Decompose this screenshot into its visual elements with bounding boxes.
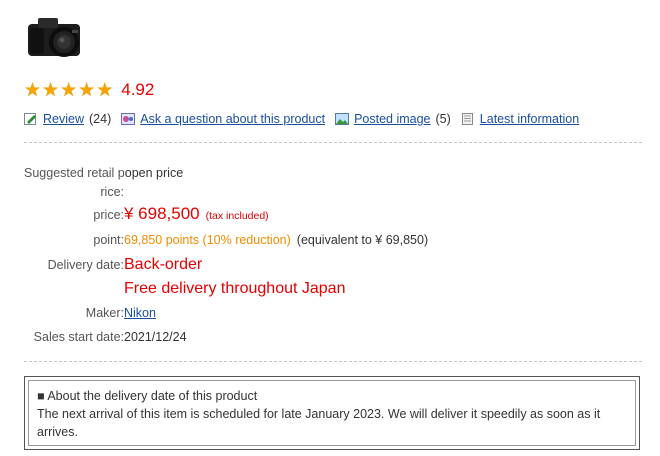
rating-row: ★ ★ ★ ★ ★ 4.92 [24, 80, 154, 100]
retail-price-label: Suggested retail p [24, 166, 125, 180]
notice-body: The next arrival of this item is schedul… [37, 407, 601, 439]
star-icon: ★ [42, 79, 60, 101]
maker-link[interactable]: Nikon [124, 304, 156, 322]
sales-start-label: Sales start date: [33, 330, 124, 344]
point-equivalent: (equivalent to ¥ 69,850) [296, 233, 429, 247]
question-icon [121, 113, 136, 125]
retail-price-label-cont: rice: [100, 185, 124, 199]
posted-image-link[interactable]: Posted image [354, 112, 430, 126]
latest-info-link[interactable]: Latest information [480, 112, 579, 126]
notice-title: ■ About the delivery date of this produc… [37, 389, 258, 403]
pencil-icon [24, 113, 38, 125]
review-count: (24) [89, 112, 112, 126]
star-icon: ★ [24, 79, 42, 101]
point-value: 69,850 points (10% reduction) [124, 233, 291, 247]
delivery-status: Back-order [124, 256, 203, 273]
divider [24, 361, 642, 362]
rating-stars: ★ ★ ★ ★ ★ [24, 81, 113, 100]
ask-question-link[interactable]: Ask a question about this product [140, 112, 325, 126]
star-icon: ★ [60, 79, 78, 101]
retail-price-value: open price [124, 166, 184, 180]
document-icon [461, 113, 475, 125]
rating-score: 4.92 [121, 80, 155, 99]
maker-label: Maker: [85, 306, 124, 320]
delivery-label: Delivery date: [47, 258, 124, 272]
point-label: point: [93, 233, 124, 247]
sales-start-value: 2021/12/24 [124, 330, 187, 344]
price-value: ¥ 698,500 [124, 204, 200, 223]
divider [24, 142, 642, 143]
product-thumbnail[interactable] [24, 12, 90, 60]
posted-image-count: (5) [435, 112, 451, 126]
image-icon [335, 113, 350, 125]
star-icon: ★ [78, 79, 96, 101]
free-delivery-note: Free delivery throughout Japan [124, 280, 346, 297]
star-icon: ★ [96, 79, 114, 101]
product-links: Review (24) Ask a question about this pr… [24, 112, 579, 126]
delivery-notice-box: ■ About the delivery date of this produc… [24, 376, 640, 450]
tax-note: (tax included) [205, 210, 269, 222]
price-label: price: [93, 208, 124, 222]
review-link[interactable]: Review [43, 112, 84, 126]
